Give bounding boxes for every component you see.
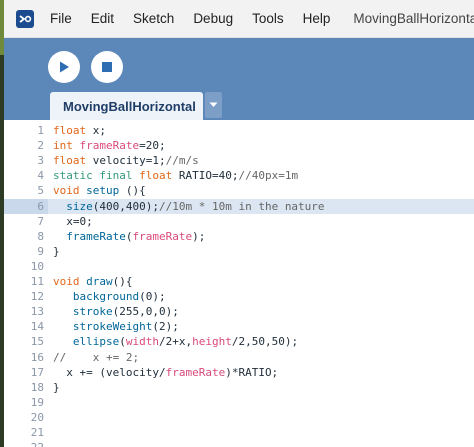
- line-number: 16: [30, 350, 44, 364]
- code-line[interactable]: [53, 425, 473, 440]
- code-line[interactable]: static final float RATIO=40;//40px=1m: [53, 168, 473, 183]
- line-number: 12: [30, 290, 44, 304]
- tab-sketch[interactable]: MovingBallHorizontal: [50, 92, 203, 120]
- line-number: 17: [30, 365, 44, 379]
- line-number: 1: [37, 124, 44, 137]
- line-number: 14: [30, 320, 44, 334]
- menu-edit[interactable]: Edit: [91, 11, 114, 26]
- stop-icon: [102, 62, 112, 72]
- code-line[interactable]: void setup (){: [53, 183, 473, 198]
- code-line[interactable]: // x += 2;: [53, 350, 473, 365]
- line-number: 22: [4, 440, 44, 447]
- chevron-down-icon: [209, 102, 218, 107]
- code-line[interactable]: background(0);: [53, 289, 473, 304]
- line-number: 2: [37, 139, 44, 153]
- menu-sketch[interactable]: Sketch: [133, 11, 174, 26]
- window-title: MovingBallHorizontal: [353, 11, 474, 26]
- menu-tools[interactable]: Tools: [252, 11, 284, 26]
- code-line[interactable]: ellipse(width/2+x,height/2,50,50);: [53, 334, 473, 349]
- code-line[interactable]: float x;: [53, 123, 473, 138]
- code-line[interactable]: x += (velocity/frameRate)*RATIO;: [53, 365, 473, 380]
- line-number: 19: [30, 395, 44, 409]
- code-line[interactable]: int frameRate=20;: [53, 138, 473, 153]
- menu-help[interactable]: Help: [303, 11, 331, 26]
- code-line[interactable]: [53, 395, 473, 410]
- menu-file[interactable]: File: [50, 11, 72, 26]
- code-line[interactable]: frameRate(frameRate);: [53, 229, 473, 244]
- tab-menu-button[interactable]: [205, 92, 222, 118]
- line-number: 13: [30, 305, 44, 319]
- line-number: 8: [37, 229, 44, 243]
- line-number: 21: [30, 426, 44, 439]
- processing-logo-icon: [16, 9, 34, 28]
- toolbar: MovingBallHorizontal: [4, 38, 474, 120]
- line-number: 5: [37, 184, 44, 198]
- code-line[interactable]: stroke(255,0,0);: [53, 304, 473, 319]
- line-number: 3: [37, 154, 44, 168]
- line-number: 7: [37, 214, 44, 228]
- code-line[interactable]: float velocity=1;//m/s: [53, 153, 473, 168]
- play-icon: [60, 61, 69, 73]
- code-line[interactable]: }: [53, 244, 473, 259]
- line-number: 4: [37, 169, 44, 183]
- code-line[interactable]: [53, 259, 473, 274]
- code-line[interactable]: }: [53, 380, 473, 395]
- line-number: 10: [30, 259, 44, 273]
- line-number: 9: [37, 244, 44, 258]
- code-line[interactable]: void draw(){: [53, 274, 473, 289]
- line-number: 6: [37, 199, 44, 213]
- run-button[interactable]: [48, 51, 80, 83]
- code-editor[interactable]: 1 float x; 2 int frameRate=20; 3 float veloci…: [4, 120, 474, 447]
- line-number: 20: [30, 410, 44, 424]
- code-line[interactable]: [53, 410, 473, 425]
- code-line[interactable]: strokeWeight(2);: [53, 319, 473, 334]
- code-line[interactable]: [53, 440, 473, 447]
- stop-button[interactable]: [91, 51, 123, 83]
- menu-bar: File Edit Sketch Debug Tools Help Moving…: [4, 0, 474, 38]
- menu-debug[interactable]: Debug: [193, 11, 233, 26]
- code-line[interactable]: x=0;: [53, 214, 473, 229]
- line-number: 11: [30, 275, 44, 288]
- line-number: 15: [30, 335, 44, 349]
- code-line[interactable]: size(400,400);//10m * 10m in the nature: [53, 199, 473, 214]
- line-number: 18: [30, 380, 44, 394]
